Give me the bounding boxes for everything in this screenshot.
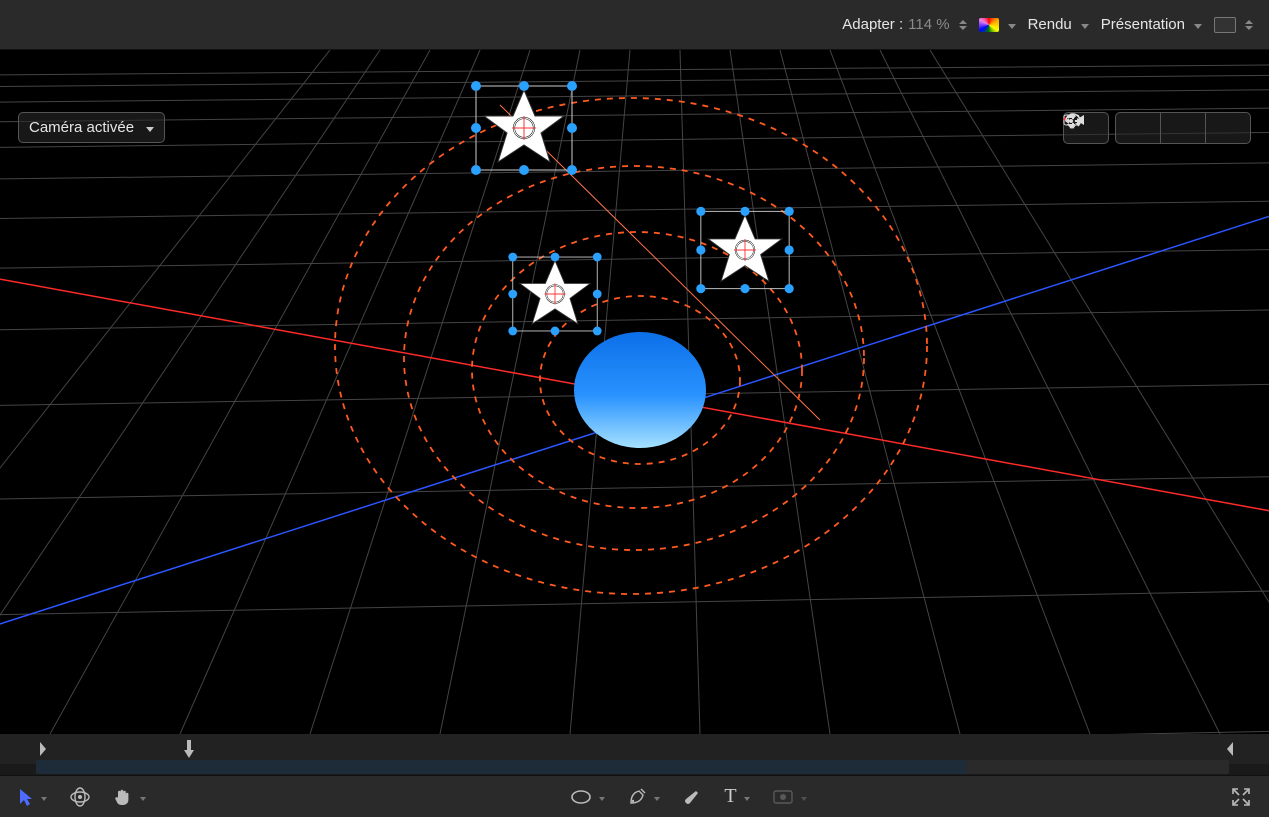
chevron-down-icon	[137, 789, 146, 804]
fullscreen-icon	[1231, 787, 1251, 807]
transform-3d-tool[interactable]	[65, 780, 95, 814]
dolly-3d-button[interactable]	[1205, 113, 1250, 143]
zoom-value: 114 %	[908, 16, 949, 33]
orbit-3d-button[interactable]	[1160, 113, 1205, 143]
arrow-cursor-icon	[18, 787, 34, 807]
ellipse-icon	[570, 789, 592, 805]
star-object-1	[471, 81, 577, 175]
presentation-label: Présentation	[1101, 16, 1185, 33]
brush-tool[interactable]	[678, 780, 706, 814]
timeline-strip[interactable]	[36, 760, 1229, 774]
text-icon: T	[724, 785, 736, 808]
color-wheel-icon	[979, 18, 999, 32]
playhead-icon[interactable]	[184, 740, 194, 758]
mask-tool[interactable]	[768, 780, 811, 814]
hand-tool[interactable]	[109, 780, 150, 814]
mask-icon	[772, 789, 794, 805]
brush-icon	[682, 787, 702, 807]
chevron-down-icon	[741, 789, 750, 804]
chevron-down-icon	[651, 789, 660, 804]
camera-dropdown[interactable]: Caméra activée	[18, 112, 165, 143]
color-channels-dropdown[interactable]	[977, 13, 1018, 36]
safe-zones-dropdown[interactable]	[1212, 13, 1255, 37]
view-3d-controls	[1063, 112, 1251, 144]
zoom-dropdown[interactable]: Adapter : 114 %	[840, 12, 968, 37]
top-toolbar: Adapter : 114 % Rendu Présentation	[0, 0, 1269, 50]
chevron-down-icon	[38, 789, 47, 804]
chevron-down-icon	[1004, 17, 1016, 32]
shape-tool[interactable]	[566, 780, 609, 814]
stepper-icon	[1245, 20, 1253, 30]
select-tool[interactable]	[14, 780, 51, 814]
chevron-down-icon	[798, 789, 807, 804]
render-dropdown[interactable]: Rendu	[1026, 12, 1091, 37]
orbit-3d-icon	[69, 787, 91, 807]
presentation-dropdown[interactable]: Présentation	[1099, 12, 1204, 37]
pan-3d-button[interactable]	[1116, 113, 1160, 143]
pen-tool[interactable]	[623, 780, 664, 814]
adapter-label: Adapter :	[842, 16, 903, 33]
camera-label: Caméra activée	[29, 119, 134, 136]
chevron-down-icon	[1190, 17, 1202, 32]
central-sphere	[574, 332, 706, 448]
canvas-viewport[interactable]: Caméra activée	[0, 50, 1269, 734]
bottom-toolbar: T	[0, 775, 1269, 817]
star-object-3	[696, 207, 794, 293]
out-point-icon[interactable]	[1225, 740, 1235, 758]
pen-icon	[627, 787, 647, 807]
fullscreen-button[interactable]	[1227, 780, 1255, 814]
star-object-2	[508, 253, 601, 336]
safe-zones-icon	[1214, 17, 1236, 33]
chevron-down-icon	[596, 789, 605, 804]
hand-icon	[113, 787, 133, 807]
render-label: Rendu	[1028, 16, 1072, 33]
stepper-icon	[959, 20, 967, 30]
chevron-down-icon	[1077, 17, 1089, 32]
scene-svg	[0, 50, 1269, 734]
in-point-icon[interactable]	[38, 740, 48, 758]
text-tool[interactable]: T	[720, 780, 753, 814]
chevron-down-icon	[142, 119, 154, 136]
